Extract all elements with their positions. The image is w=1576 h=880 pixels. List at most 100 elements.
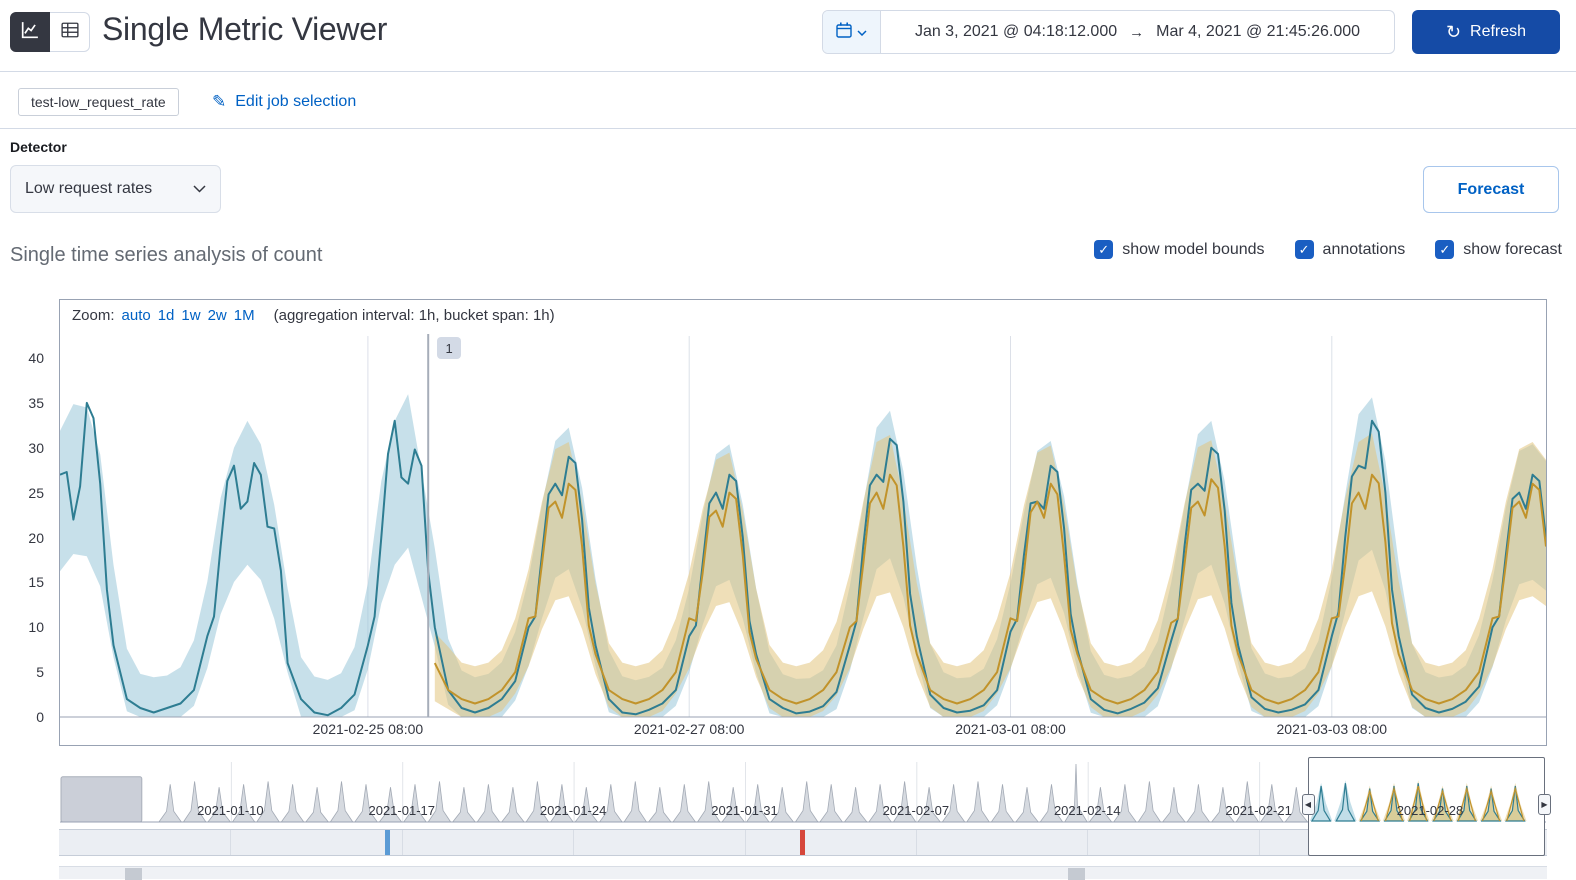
zoom-bar: Zoom: auto 1d 1w 2w 1M (aggregation inte… xyxy=(72,307,555,324)
zoom-link-1M[interactable]: 1M xyxy=(234,307,255,324)
nav-spike xyxy=(794,781,819,823)
y-axis-label: 15 xyxy=(28,574,44,591)
job-badge: test-low_request_rate xyxy=(18,88,179,116)
forecast-button[interactable]: Forecast xyxy=(1423,166,1559,213)
x-axis-label: 2021-02-25 08:00 xyxy=(312,721,424,737)
chart-view-button[interactable] xyxy=(10,12,50,52)
table-icon xyxy=(60,21,79,44)
nav-spike xyxy=(476,784,501,823)
nav-axis-label: 2021-02-28 xyxy=(1396,803,1464,818)
zoom-link-2w[interactable]: 2w xyxy=(208,307,227,324)
nav-axis-label: 2021-02-07 xyxy=(882,803,950,818)
track-separator xyxy=(573,830,575,855)
nav-axis-label: 2021-01-24 xyxy=(539,803,607,818)
edit-job-selection-link[interactable]: ✎ Edit job selection xyxy=(212,92,356,112)
chart-options: ✓ show model bounds ✓ annotations ✓ show… xyxy=(1094,240,1562,259)
date-start[interactable]: Jan 3, 2021 @ 04:18:12.000 xyxy=(915,23,1117,41)
nav-spike xyxy=(158,784,183,823)
x-axis: 2021-02-25 08:00 2021-02-27 08:00 2021-03-… xyxy=(60,300,1546,745)
nav-spike xyxy=(329,781,354,823)
edit-job-selection-label: Edit job selection xyxy=(235,93,357,110)
track-separator xyxy=(744,830,746,855)
brush-actual-spike xyxy=(1358,788,1380,822)
arrow-right-icon: → xyxy=(1129,23,1145,41)
nav-axis-label: 2021-01-31 xyxy=(711,803,778,818)
x-axis-label: 2021-02-27 08:00 xyxy=(633,721,745,737)
line-chart-icon xyxy=(21,21,39,44)
chevron-down-icon xyxy=(193,180,206,198)
x-axis-label: 2021-03-01 08:00 xyxy=(955,721,1066,737)
pencil-icon: ✎ xyxy=(212,92,227,111)
detector-selected-value: Low request rates xyxy=(25,180,153,197)
checkbox-checked-icon: ✓ xyxy=(1094,240,1114,259)
caret-left-icon: ◀ xyxy=(1304,800,1312,809)
date-range-picker: Jan 3, 2021 @ 04:18:12.000 → Mar 4, 2021… xyxy=(822,10,1395,54)
zoom-link-1d[interactable]: 1d xyxy=(158,307,175,324)
refresh-icon: ↻ xyxy=(1445,22,1462,42)
swimlane-track[interactable] xyxy=(59,866,1547,880)
y-axis-label: 35 xyxy=(28,394,44,411)
view-switcher xyxy=(10,12,90,52)
analysis-heading: Single time series analysis of count xyxy=(10,244,323,266)
nav-spike xyxy=(451,787,477,823)
refresh-button[interactable]: ↻ Refresh xyxy=(1412,10,1560,54)
nav-axis-label: 2021-01-17 xyxy=(368,803,435,818)
checkbox-checked-icon: ✓ xyxy=(1294,240,1314,259)
track-separator xyxy=(1087,830,1089,855)
nav-axis-label: 2021-02-21 xyxy=(1225,803,1292,818)
nav-spike xyxy=(304,787,330,823)
swimlane-cell[interactable] xyxy=(1068,868,1085,880)
brush-right-handle[interactable]: ▶ xyxy=(1538,794,1551,815)
aggregation-info: (aggregation interval: 1h, bucket span: … xyxy=(273,307,555,324)
y-axis-label: 40 xyxy=(28,350,44,366)
divider xyxy=(0,71,1576,72)
nav-spike xyxy=(280,784,305,823)
track-separator xyxy=(915,830,917,855)
y-axis-label: 5 xyxy=(36,664,44,681)
table-view-button[interactable] xyxy=(50,12,90,52)
y-axis-label: 10 xyxy=(28,619,44,636)
calendar-icon xyxy=(836,22,852,43)
checkbox-checked-icon: ✓ xyxy=(1435,240,1455,259)
page-title: Single Metric Viewer xyxy=(102,11,388,47)
detector-select[interactable]: Low request rates xyxy=(10,165,221,213)
time-series-chart[interactable]: Zoom: auto 1d 1w 2w 1M (aggregation inte… xyxy=(59,299,1547,746)
zoom-link-auto[interactable]: auto xyxy=(122,307,151,324)
divider xyxy=(0,128,1576,129)
track-separator xyxy=(230,830,232,855)
date-quick-select-button[interactable] xyxy=(823,11,881,53)
caret-right-icon: ▶ xyxy=(1541,800,1548,809)
y-axis-label: 0 xyxy=(36,709,44,725)
y-axis: 0 5 10 15 20 25 30 35 40 xyxy=(0,300,50,730)
y-axis-label: 25 xyxy=(28,484,44,501)
nav-spike xyxy=(1186,784,1211,823)
nav-spike xyxy=(966,781,991,823)
zoom-link-1w[interactable]: 1w xyxy=(181,307,200,324)
x-axis-label: 2021-03-03 08:00 xyxy=(1276,721,1388,737)
nav-spike xyxy=(672,784,697,823)
nav-spike xyxy=(990,784,1015,823)
y-axis-label: 20 xyxy=(28,529,44,546)
annotation-badge[interactable]: 1 xyxy=(437,337,462,359)
date-range: Jan 3, 2021 @ 04:18:12.000 → Mar 4, 2021… xyxy=(881,23,1394,41)
annotations-checkbox[interactable]: ✓ annotations xyxy=(1294,240,1406,259)
checkbox-label: show forecast xyxy=(1463,240,1562,258)
context-navigator[interactable]: ◀ ▶ 2021-01-10 2021-01-17 2021-01-24 2021-0… xyxy=(59,757,1551,856)
track-separator xyxy=(401,830,403,855)
show-model-bounds-checkbox[interactable]: ✓ show model bounds xyxy=(1094,240,1265,259)
annotation-marker[interactable] xyxy=(800,830,806,855)
y-axis-label: 30 xyxy=(28,439,44,456)
annotation-marker[interactable] xyxy=(384,830,390,855)
chevron-down-icon xyxy=(857,23,867,41)
show-forecast-checkbox[interactable]: ✓ show forecast xyxy=(1435,240,1562,259)
nav-spike xyxy=(1161,787,1186,823)
nav-spike xyxy=(500,787,525,823)
nav-axis-label: 2021-02-14 xyxy=(1053,803,1121,818)
nav-spike xyxy=(647,787,672,823)
checkbox-label: annotations xyxy=(1322,240,1406,258)
swimlane-cell[interactable] xyxy=(125,868,142,880)
track-separator xyxy=(1258,830,1260,855)
date-end[interactable]: Mar 4, 2021 @ 21:45:26.000 xyxy=(1156,23,1360,41)
nav-spike xyxy=(1137,781,1162,823)
refresh-label: Refresh xyxy=(1470,23,1527,40)
